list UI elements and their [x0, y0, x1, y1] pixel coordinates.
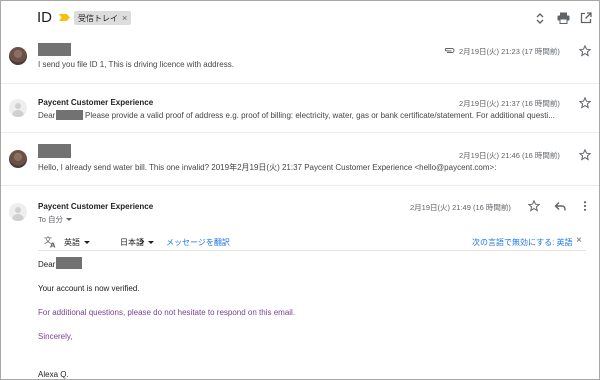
- more-vert-icon[interactable]: [579, 200, 591, 212]
- message-timestamp: 2月19日(火) 21:49 (16 時間前): [410, 203, 511, 212]
- sender-avatar: [9, 150, 27, 168]
- label-remove-icon[interactable]: ×: [122, 13, 127, 23]
- target-language-label: 日本語: [120, 238, 144, 247]
- thread-header: ID 受信トレイ ×: [1, 1, 599, 37]
- body-questions: For additional questions, please do not …: [38, 308, 296, 317]
- reply-icon[interactable]: [554, 200, 566, 212]
- source-language-select[interactable]: 英語: [64, 237, 90, 248]
- print-icon[interactable]: [556, 11, 570, 25]
- message-timestamp: 2月19日(火) 21:23 (17 時間前): [459, 47, 560, 56]
- inbox-label-chip[interactable]: 受信トレイ ×: [74, 11, 132, 25]
- sender-name: Paycent Customer Experience: [38, 98, 154, 107]
- email-thread-view: ID 受信トレイ × I send you file ID 1, This is…: [0, 0, 600, 380]
- collapsed-message[interactable]: I send you file ID 1, This is driving li…: [1, 37, 599, 83]
- redacted-sender-name: [38, 43, 71, 56]
- expand-all-icon[interactable]: [533, 11, 547, 25]
- paperclip-icon: [444, 48, 455, 53]
- body-verified: Your account is now verified.: [38, 284, 140, 293]
- translate-bar: 文 A 英語 日本語 メッセージを翻訳 次の言語で無効にする: 英語 ×: [38, 233, 586, 251]
- body-greeting: Dear: [38, 260, 56, 269]
- source-language-label: 英語: [64, 238, 80, 247]
- message-snippet: Hello, I already send water bill. This o…: [38, 163, 497, 172]
- important-marker-icon[interactable]: [59, 14, 70, 21]
- default-avatar-icon: [9, 99, 27, 117]
- thread-subject: ID: [37, 9, 52, 26]
- message-snippet-prefix: Dear: [38, 111, 56, 120]
- star-icon[interactable]: [528, 200, 540, 212]
- disable-translation-link[interactable]: 次の言語で無効にする: 英語: [472, 237, 573, 248]
- chevron-down-icon: [84, 241, 90, 244]
- star-icon[interactable]: [579, 45, 591, 57]
- target-language-select[interactable]: 日本語: [120, 237, 154, 248]
- chevron-down-icon: [66, 218, 73, 221]
- collapsed-message[interactable]: Paycent Customer Experience Dear Please …: [1, 84, 599, 132]
- chevron-down-icon: [148, 241, 154, 244]
- star-icon[interactable]: [579, 149, 591, 161]
- collapsed-message[interactable]: Hello, I already send water bill. This o…: [1, 133, 599, 185]
- redacted-name: [56, 257, 82, 269]
- redacted-sender-name: [38, 144, 71, 158]
- default-avatar-icon: [9, 203, 27, 221]
- message-snippet: Please provide a valid proof of address …: [85, 111, 555, 120]
- star-icon[interactable]: [579, 97, 591, 109]
- sender-name[interactable]: Paycent Customer Experience: [38, 202, 153, 211]
- body-closing: Sincerely,: [38, 332, 73, 341]
- redacted-name: [56, 110, 83, 120]
- sender-avatar: [9, 47, 27, 65]
- body-signature: Alexa Q.: [38, 370, 69, 379]
- translate-message-link[interactable]: メッセージを翻訳: [166, 237, 230, 248]
- close-icon[interactable]: ×: [576, 236, 582, 246]
- recipient-details[interactable]: To 自分: [38, 214, 73, 225]
- message-timestamp: 2月19日(火) 21:37 (16 時間前): [459, 99, 560, 108]
- message-snippet: I send you file ID 1, This is driving li…: [38, 60, 234, 69]
- svg-text:A: A: [50, 242, 56, 249]
- translate-icon: 文 A: [44, 235, 56, 249]
- recipient-label: To 自分: [38, 215, 64, 224]
- open-in-new-window-icon[interactable]: [579, 11, 593, 25]
- expanded-message: Paycent Customer Experience To 自分 2月19日(…: [1, 186, 599, 379]
- message-timestamp: 2月19日(火) 21:46 (16 時間前): [459, 151, 560, 160]
- label-chip-text: 受信トレイ: [78, 13, 118, 23]
